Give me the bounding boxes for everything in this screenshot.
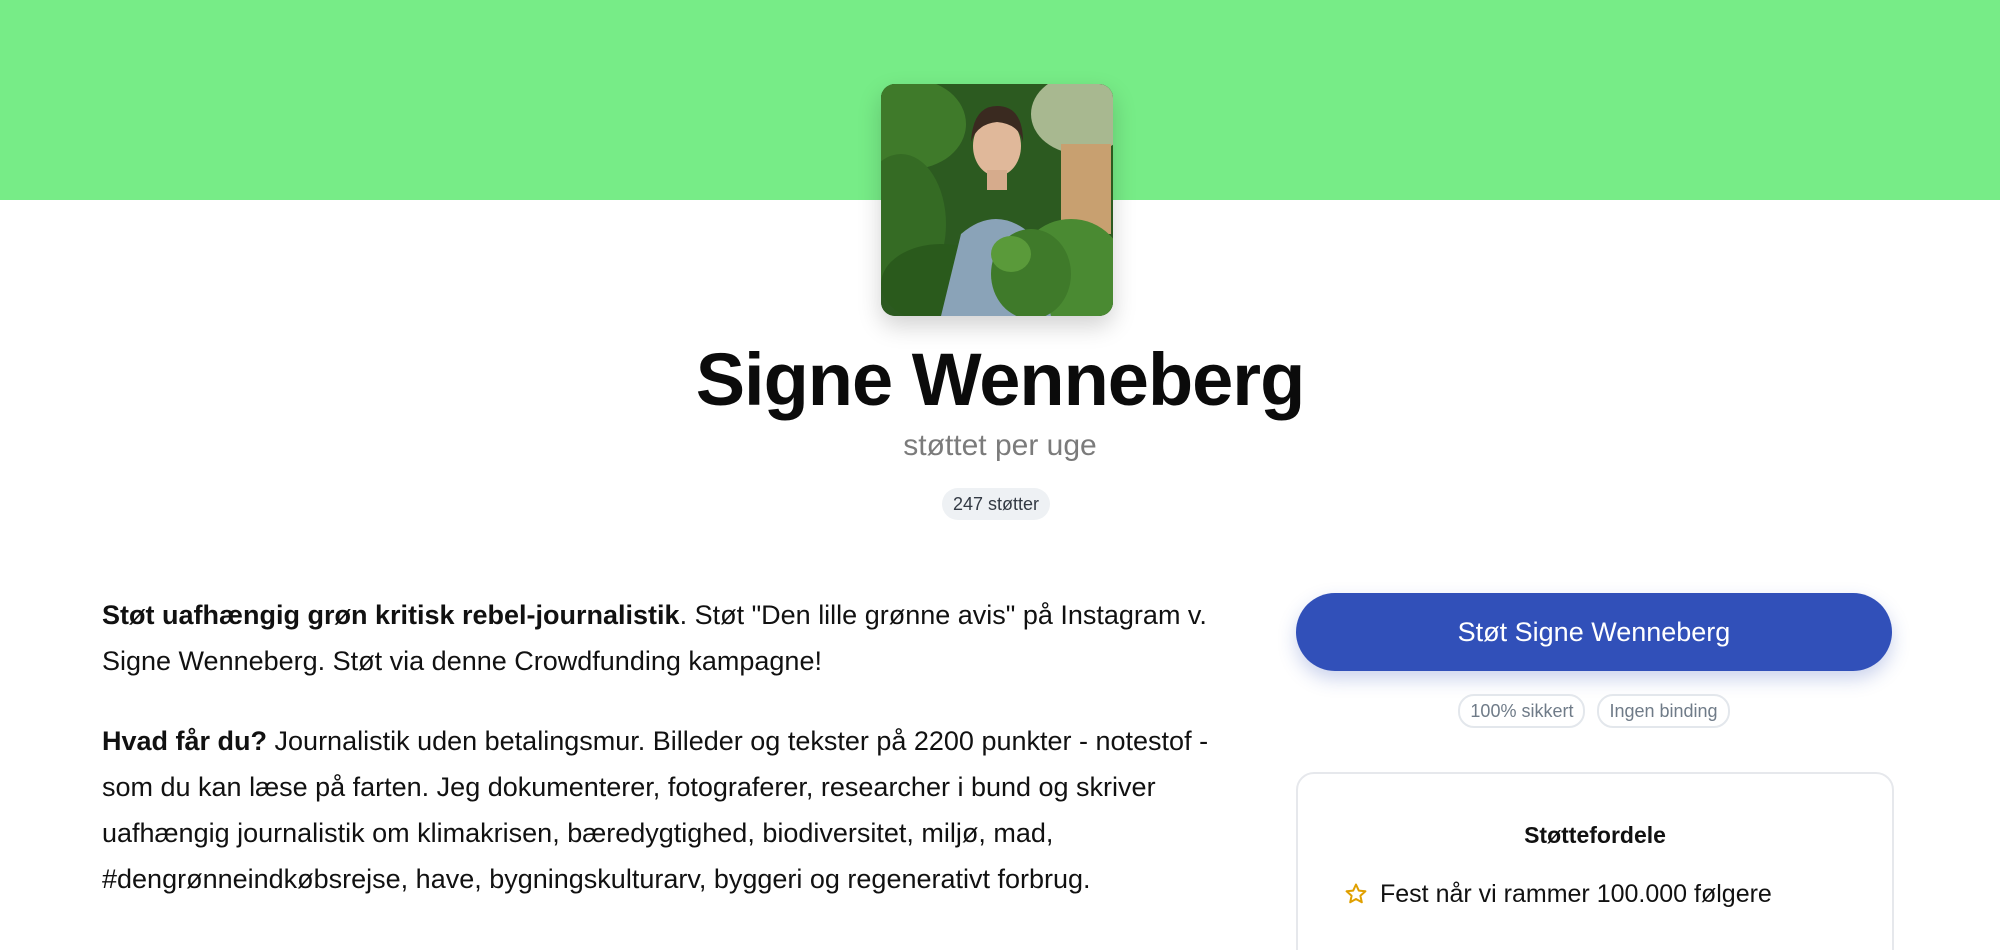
star-icon <box>1345 883 1367 904</box>
trust-badges: 100% sikkert Ingen binding <box>1296 694 1892 728</box>
perk-item: Fest når vi rammer 100.000 følgere <box>1344 878 1772 910</box>
no-commitment-badge: Ingen binding <box>1597 694 1730 728</box>
perk-label: Fest når vi rammer 100.000 følgere <box>1380 879 1772 908</box>
description-highlight: Hvad får du? <box>102 726 268 756</box>
secure-badge: 100% sikkert <box>1458 694 1586 728</box>
description-text: Journalistik uden betalingsmur. Billeder… <box>102 726 1209 894</box>
supporters-count-badge: 247 støtter <box>942 488 1050 520</box>
profile-page: Signe Wenneberg støttet per uge 247 støt… <box>0 0 2000 950</box>
profile-description: Støt uafhængig grøn kritisk rebel-journa… <box>102 592 1252 936</box>
profile-name: Signe Wenneberg <box>695 338 1306 421</box>
profile-photo-icon <box>881 84 1113 316</box>
perks-title: Støttefordele <box>1524 822 1666 848</box>
description-highlight: Støt uafhængig grøn kritisk rebel-journa… <box>102 600 680 630</box>
perks-card: Støttefordele Fest når vi rammer 100.000… <box>1296 772 1894 950</box>
description-paragraph: Hvad får du? Journalistik uden betalings… <box>102 718 1252 902</box>
description-paragraph: Støt uafhængig grøn kritisk rebel-journa… <box>102 592 1252 684</box>
support-button[interactable]: Støt Signe Wenneberg <box>1296 593 1892 671</box>
avatar <box>881 84 1113 316</box>
profile-subtitle: støttet per uge <box>903 429 1097 462</box>
